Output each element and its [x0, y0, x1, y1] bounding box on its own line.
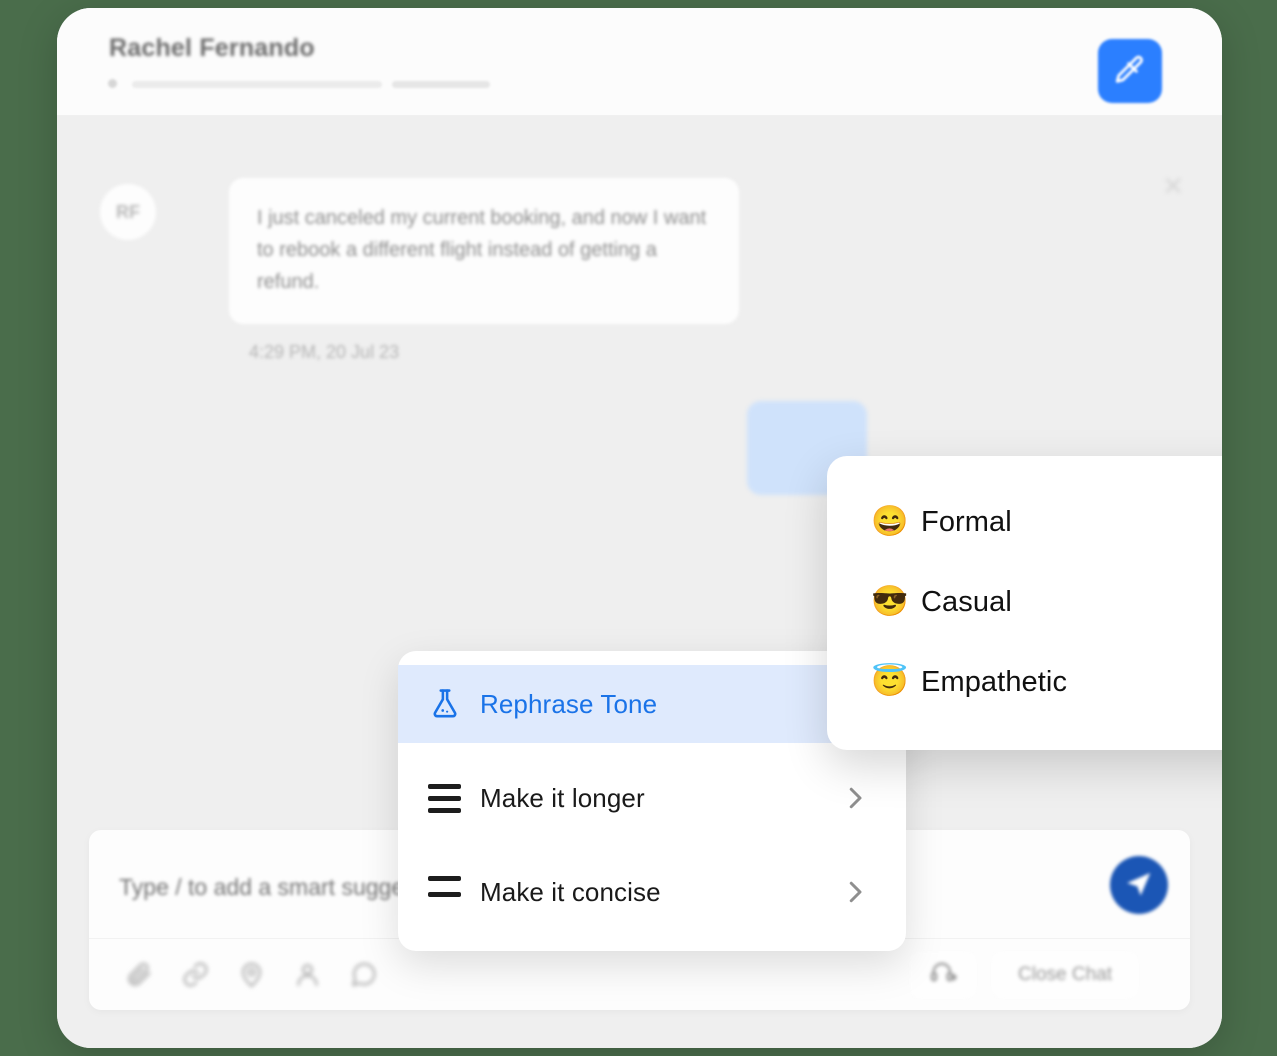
page-title: Rachel Fernando: [109, 34, 315, 62]
person-icon[interactable]: [279, 960, 335, 989]
status-dot: [108, 79, 117, 88]
send-paper-plane-icon: [1124, 869, 1154, 902]
edit-compose-button[interactable]: [1098, 39, 1162, 103]
conversation-body: ✕ RF I just canceled my current booking,…: [57, 116, 1222, 1048]
send-button[interactable]: [1110, 856, 1168, 914]
menu-divider-spacer: [398, 743, 906, 759]
menu-item-label: Make it concise: [480, 876, 661, 907]
header-skeleton-bar-secondary: [392, 81, 490, 88]
tone-item-label: Empathetic: [921, 665, 1068, 698]
tone-item-formal[interactable]: 😄 Formal: [827, 482, 1222, 562]
close-chat-button[interactable]: Close Chat: [992, 951, 1138, 998]
chevron-right-icon: [840, 877, 870, 907]
grinning-face-icon: 😄: [871, 505, 909, 538]
headset-add-icon: [929, 958, 958, 991]
three-lines-icon: [428, 783, 480, 813]
close-chat-label: Close Chat: [1018, 963, 1112, 985]
attachment-icon[interactable]: [111, 960, 167, 989]
link-icon[interactable]: [167, 960, 223, 989]
menu-item-label: Rephrase Tone: [480, 688, 658, 719]
flask-icon: [428, 687, 480, 721]
close-icon[interactable]: ✕: [1162, 171, 1184, 202]
chat-bubble-icon[interactable]: [335, 960, 391, 989]
tone-submenu: 😄 Formal 😎 Casual 😇 Empathetic: [827, 456, 1222, 750]
avatar: RF: [100, 184, 156, 240]
sunglasses-face-icon: 😎: [871, 585, 909, 618]
menu-divider-spacer: [398, 837, 906, 853]
headset-add-button[interactable]: [910, 951, 976, 998]
menu-item-make-it-concise[interactable]: Make it concise: [398, 853, 906, 931]
tone-item-casual[interactable]: 😎 Casual: [827, 562, 1222, 642]
pen-edit-icon: [1113, 53, 1147, 90]
menu-item-make-it-longer[interactable]: Make it longer: [398, 759, 906, 837]
location-pin-icon[interactable]: [223, 960, 279, 989]
tone-item-label: Casual: [921, 585, 1012, 618]
message-bubble: I just canceled my current booking, and …: [229, 178, 739, 324]
tone-item-empathetic[interactable]: 😇 Empathetic: [827, 642, 1222, 722]
two-lines-icon: [428, 876, 480, 908]
chat-window: Rachel Fernando ✕ RF I just canceled my …: [57, 8, 1222, 1048]
tone-item-label: Formal: [921, 505, 1012, 538]
halo-face-icon: 😇: [871, 665, 909, 698]
header-skeleton-bar-primary: [132, 81, 382, 88]
menu-item-label: Make it longer: [480, 782, 645, 813]
chat-header: Rachel Fernando: [57, 8, 1222, 116]
chevron-right-icon: [840, 783, 870, 813]
message-timestamp: 4:29 PM, 20 Jul 23: [249, 342, 400, 362]
